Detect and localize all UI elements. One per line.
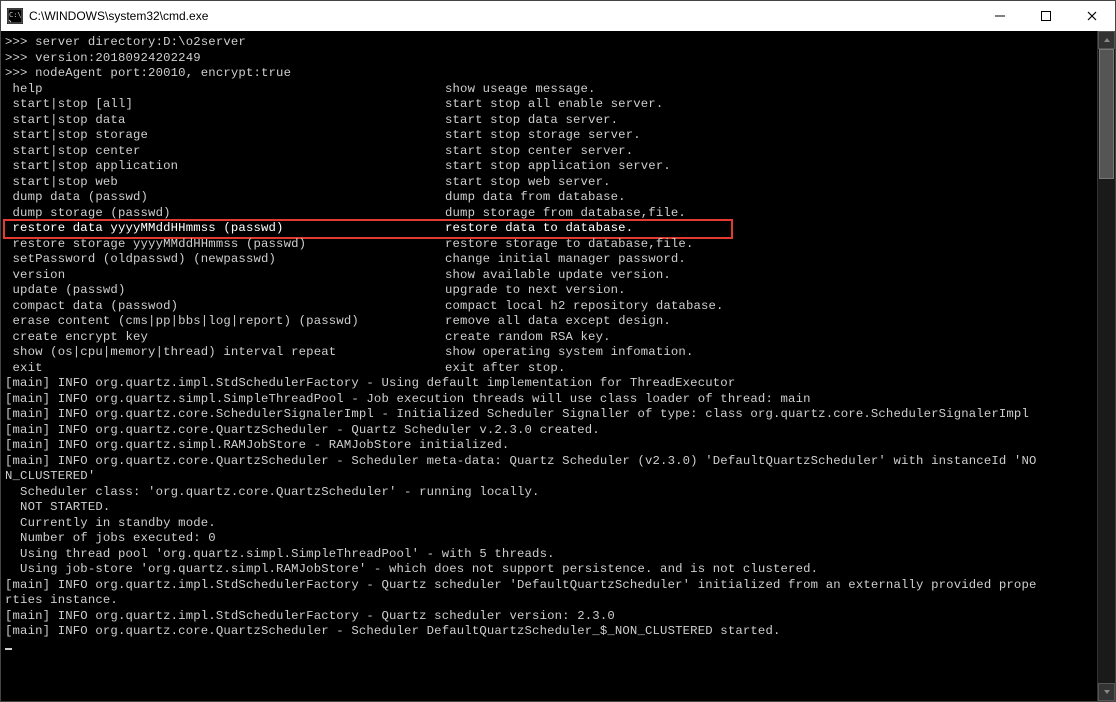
- log-line: Using job-store 'org.quartz.simpl.RAMJob…: [5, 562, 1093, 578]
- help-desc: start stop center server.: [445, 144, 633, 160]
- help-desc: restore storage to database,file.: [445, 237, 693, 253]
- help-cmd: start|stop storage: [5, 128, 445, 144]
- help-cmd: dump data (passwd): [5, 190, 445, 206]
- log-line: Scheduler class: 'org.quartz.core.Quartz…: [5, 485, 1093, 501]
- help-row: update (passwd) upgrade to next version.: [5, 283, 1093, 299]
- log-line: [main] INFO org.quartz.simpl.RAMJobStore…: [5, 438, 1093, 454]
- cursor: [5, 648, 12, 650]
- help-cmd: start|stop [all]: [5, 97, 445, 113]
- help-desc: remove all data except design.: [445, 314, 671, 330]
- help-desc: start stop application server.: [445, 159, 671, 175]
- log-line: [main] INFO org.quartz.impl.StdScheduler…: [5, 376, 1093, 392]
- help-desc: dump data from database.: [445, 190, 626, 206]
- log-line: [main] INFO org.quartz.impl.StdScheduler…: [5, 578, 1093, 594]
- log-line: rties instance.: [5, 593, 1093, 609]
- scroll-up-button[interactable]: [1098, 31, 1115, 49]
- help-desc: exit after stop.: [445, 361, 565, 377]
- help-row: start|stop application start stop applic…: [5, 159, 1093, 175]
- help-cmd: restore storage yyyyMMddHHmmss (passwd): [5, 237, 445, 253]
- help-row: start|stop storage start stop storage se…: [5, 128, 1093, 144]
- titlebar[interactable]: C:\ C:\WINDOWS\system32\cmd.exe: [1, 1, 1115, 31]
- log-line: Using thread pool 'org.quartz.simpl.Simp…: [5, 547, 1093, 563]
- log-line: [main] INFO org.quartz.core.QuartzSchedu…: [5, 454, 1093, 470]
- log-line: N_CLUSTERED': [5, 469, 1093, 485]
- help-cmd: start|stop application: [5, 159, 445, 175]
- close-button[interactable]: [1069, 1, 1115, 31]
- prompt-line: >>> version:20180924202249: [5, 51, 1093, 67]
- help-cmd: show (os|cpu|memory|thread) interval rep…: [5, 345, 445, 361]
- help-cmd: restore data yyyyMMddHHmmss (passwd): [5, 221, 445, 237]
- help-row: compact data (passwod) compact local h2 …: [5, 299, 1093, 315]
- help-row: restore data yyyyMMddHHmmss (passwd) res…: [5, 221, 1093, 237]
- help-row: start|stop center start stop center serv…: [5, 144, 1093, 160]
- help-cmd: start|stop center: [5, 144, 445, 160]
- log-line: [main] INFO org.quartz.core.QuartzSchedu…: [5, 423, 1093, 439]
- scroll-down-button[interactable]: [1098, 683, 1115, 701]
- log-line: [main] INFO org.quartz.simpl.SimpleThrea…: [5, 392, 1093, 408]
- maximize-button[interactable]: [1023, 1, 1069, 31]
- help-cmd: version: [5, 268, 445, 284]
- vertical-scrollbar[interactable]: [1097, 31, 1115, 701]
- help-cmd: start|stop web: [5, 175, 445, 191]
- help-desc: start stop storage server.: [445, 128, 641, 144]
- help-cmd: help: [5, 82, 445, 98]
- window-title: C:\WINDOWS\system32\cmd.exe: [29, 9, 977, 23]
- help-row: show (os|cpu|memory|thread) interval rep…: [5, 345, 1093, 361]
- help-row: start|stop web start stop web server.: [5, 175, 1093, 191]
- help-desc: upgrade to next version.: [445, 283, 626, 299]
- help-row: help show useage message.: [5, 82, 1093, 98]
- help-desc: compact local h2 repository database.: [445, 299, 724, 315]
- help-desc: start stop web server.: [445, 175, 611, 191]
- help-row: start|stop [all] start stop all enable s…: [5, 97, 1093, 113]
- help-desc: show useage message.: [445, 82, 596, 98]
- log-line: [main] INFO org.quartz.core.QuartzSchedu…: [5, 624, 1093, 640]
- help-desc: restore data to database.: [445, 221, 633, 237]
- console-output[interactable]: >>> server directory:D:\o2server>>> vers…: [1, 31, 1097, 701]
- prompt-line: >>> server directory:D:\o2server: [5, 35, 1093, 51]
- scroll-thumb[interactable]: [1099, 49, 1114, 179]
- help-row: create encrypt key create random RSA key…: [5, 330, 1093, 346]
- help-row: restore storage yyyyMMddHHmmss (passwd) …: [5, 237, 1093, 253]
- help-desc: create random RSA key.: [445, 330, 611, 346]
- log-line: Currently in standby mode.: [5, 516, 1093, 532]
- minimize-button[interactable]: [977, 1, 1023, 31]
- cmd-icon: C:\: [7, 8, 23, 24]
- help-desc: change initial manager password.: [445, 252, 686, 268]
- help-cmd: start|stop data: [5, 113, 445, 129]
- help-cmd: update (passwd): [5, 283, 445, 299]
- help-row: version show available update version.: [5, 268, 1093, 284]
- log-line: Number of jobs executed: 0: [5, 531, 1093, 547]
- svg-text:C:\: C:\: [9, 11, 22, 19]
- log-line: NOT STARTED.: [5, 500, 1093, 516]
- log-line: [main] INFO org.quartz.core.SchedulerSig…: [5, 407, 1093, 423]
- help-row: dump data (passwd) dump data from databa…: [5, 190, 1093, 206]
- log-line: [main] INFO org.quartz.impl.StdScheduler…: [5, 609, 1093, 625]
- help-cmd: erase content (cms|pp|bbs|log|report) (p…: [5, 314, 445, 330]
- help-cmd: compact data (passwod): [5, 299, 445, 315]
- help-desc: start stop all enable server.: [445, 97, 663, 113]
- input-line[interactable]: [5, 640, 1093, 656]
- help-cmd: create encrypt key: [5, 330, 445, 346]
- help-row: setPassword (oldpasswd) (newpasswd) chan…: [5, 252, 1093, 268]
- scroll-track[interactable]: [1098, 49, 1115, 683]
- help-desc: start stop data server.: [445, 113, 618, 129]
- help-row: exit exit after stop.: [5, 361, 1093, 377]
- help-cmd: exit: [5, 361, 445, 377]
- prompt-line: >>> nodeAgent port:20010, encrypt:true: [5, 66, 1093, 82]
- console-area: >>> server directory:D:\o2server>>> vers…: [1, 31, 1115, 701]
- cmd-window: C:\ C:\WINDOWS\system32\cmd.exe >>> serv…: [0, 0, 1116, 702]
- help-cmd: setPassword (oldpasswd) (newpasswd): [5, 252, 445, 268]
- help-desc: show operating system infomation.: [445, 345, 693, 361]
- help-row: start|stop data start stop data server.: [5, 113, 1093, 129]
- help-desc: show available update version.: [445, 268, 671, 284]
- help-row: erase content (cms|pp|bbs|log|report) (p…: [5, 314, 1093, 330]
